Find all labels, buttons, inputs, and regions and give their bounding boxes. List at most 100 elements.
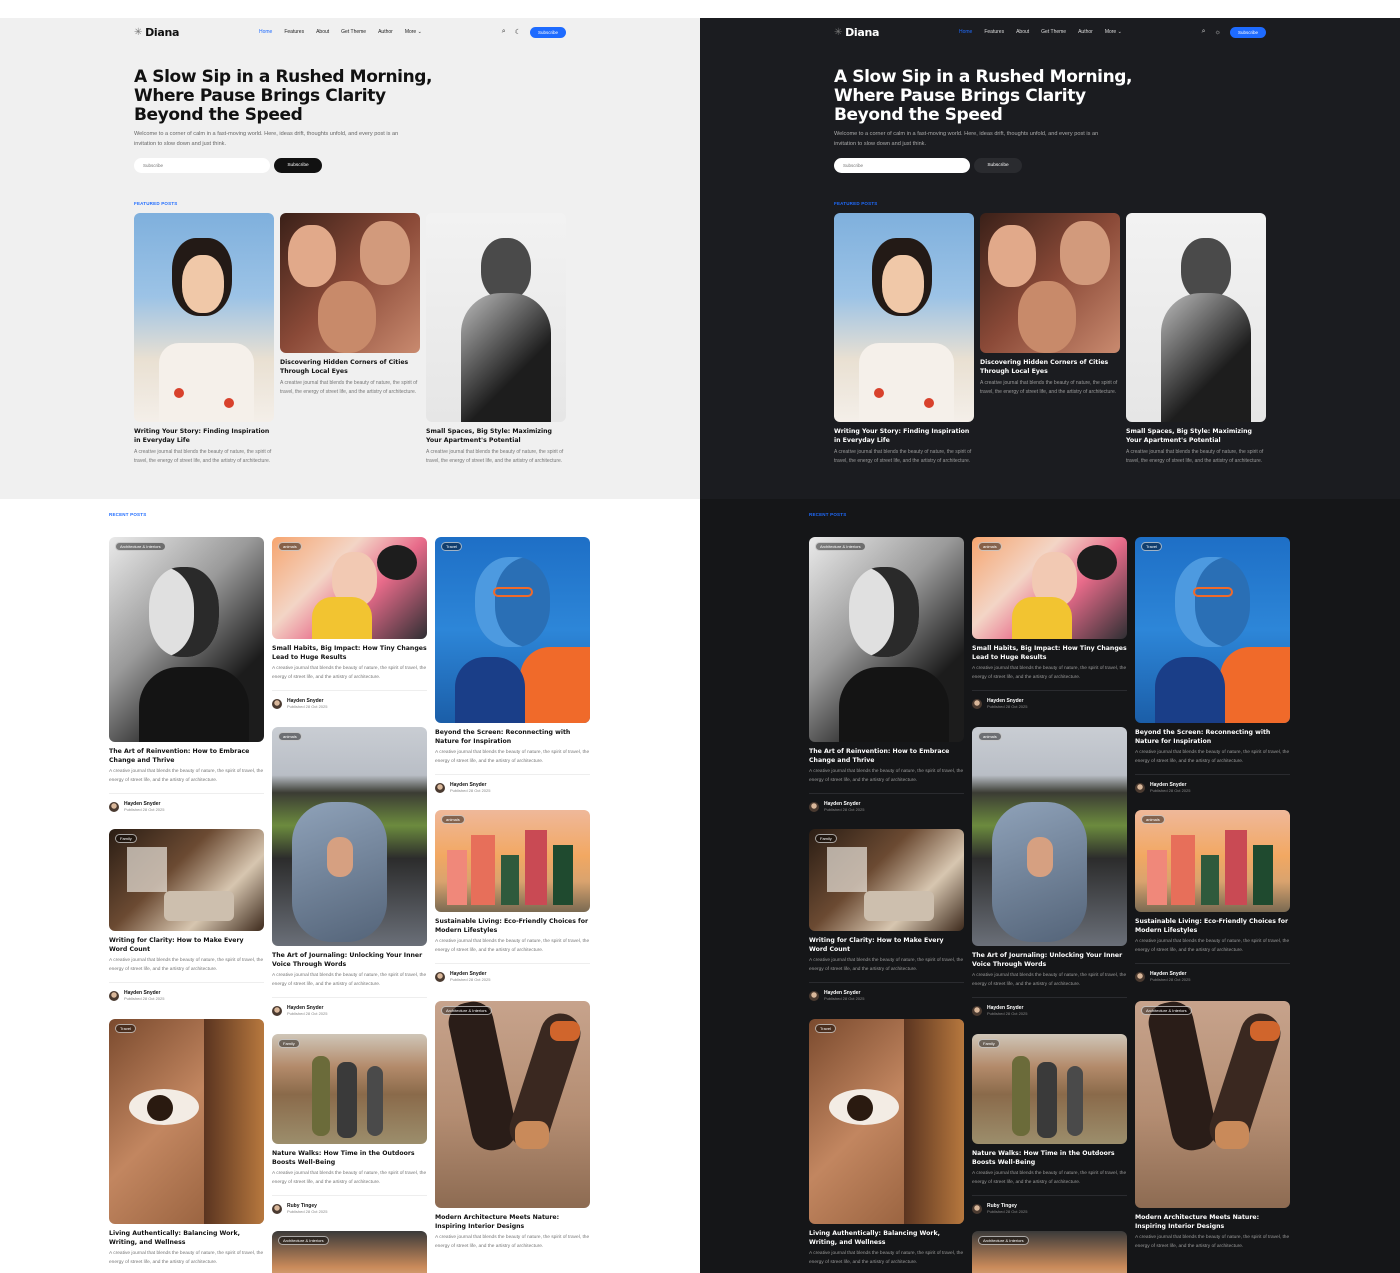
category-tag[interactable]: animals (278, 542, 302, 551)
nav-features[interactable]: Features (984, 29, 1004, 35)
post-title[interactable]: The Art of Reinvention: How to Embrace C… (809, 748, 964, 765)
featured-post[interactable]: Discovering Hidden Corners of Cities Thr… (980, 213, 1120, 396)
post-title[interactable]: Writing for Clarity: How to Make Every W… (809, 937, 964, 954)
featured-image[interactable] (1126, 213, 1266, 422)
category-tag[interactable]: Travel (815, 1024, 836, 1033)
category-tag[interactable]: Architecture & Interiors (978, 1236, 1029, 1245)
post-title[interactable]: Beyond the Screen: Reconnecting with Nat… (435, 729, 590, 746)
post-image[interactable]: animals (972, 727, 1127, 946)
post-card[interactable]: animals Small Habits, Big Impact: How Ti… (272, 537, 427, 709)
post-image[interactable]: Architecture & Interiors (435, 1001, 590, 1208)
post-card[interactable]: Architecture & Interiors Modern Architec… (435, 1001, 590, 1251)
post-image[interactable]: Family (809, 829, 964, 931)
category-tag[interactable]: Family (815, 834, 837, 843)
post-image[interactable]: animals (1135, 810, 1290, 912)
post-title[interactable]: The Art of Journaling: Unlocking Your In… (972, 952, 1127, 969)
search-icon[interactable]: ⌕ (502, 28, 506, 36)
post-image[interactable]: Travel (1135, 537, 1290, 723)
post-image[interactable]: Architecture & Interiors (109, 537, 264, 742)
featured-post[interactable]: Writing Your Story: Finding Inspiration … (834, 213, 974, 465)
featured-title[interactable]: Writing Your Story: Finding Inspiration … (834, 428, 974, 445)
post-title[interactable]: The Art of Journaling: Unlocking Your In… (272, 952, 427, 969)
post-image[interactable]: Travel (435, 537, 590, 723)
post-title[interactable]: Small Habits, Big Impact: How Tiny Chang… (272, 645, 427, 662)
post-title[interactable]: Living Authentically: Balancing Work, Wr… (809, 1230, 964, 1247)
post-card[interactable]: animals The Art of Journaling: Unlocking… (272, 727, 427, 1016)
post-title[interactable]: Living Authentically: Balancing Work, Wr… (109, 1230, 264, 1247)
hero-subscribe-button[interactable]: Subscribe (274, 158, 322, 173)
category-tag[interactable]: Architecture & Interiors (278, 1236, 329, 1245)
nav-get-theme[interactable]: Get Theme (341, 29, 366, 35)
post-card[interactable]: Architecture & Interiors The Art of Rein… (109, 537, 264, 812)
nav-about[interactable]: About (1016, 29, 1029, 35)
post-title[interactable]: Modern Architecture Meets Nature: Inspir… (1135, 1214, 1290, 1231)
featured-image[interactable] (426, 213, 566, 422)
subscribe-button[interactable]: Subscribe (529, 26, 566, 38)
post-card[interactable]: Architecture & Interiors The Art of Rein… (809, 537, 964, 812)
featured-post[interactable]: Small Spaces, Big Style: Maximizing Your… (1126, 213, 1266, 465)
post-title[interactable]: Modern Architecture Meets Nature: Inspir… (435, 1214, 590, 1231)
category-tag[interactable]: Travel (1141, 542, 1162, 551)
nav-home[interactable]: Home (259, 29, 272, 35)
featured-title[interactable]: Writing Your Story: Finding Inspiration … (134, 428, 274, 445)
post-card[interactable]: Architecture & Interiors Modern Architec… (1135, 1001, 1290, 1251)
category-tag[interactable]: Architecture & Interiors (441, 1006, 492, 1015)
post-image[interactable]: Architecture & Interiors (272, 1231, 427, 1273)
category-tag[interactable]: animals (978, 542, 1002, 551)
category-tag[interactable]: animals (1141, 815, 1165, 824)
featured-title[interactable]: Discovering Hidden Corners of Cities Thr… (280, 359, 420, 376)
post-card[interactable]: Architecture & Interiors (972, 1231, 1127, 1273)
post-title[interactable]: Nature Walks: How Time in the Outdoors B… (972, 1150, 1127, 1167)
nav-more[interactable]: More ⌄ (405, 29, 422, 35)
nav-author[interactable]: Author (378, 29, 393, 35)
post-card[interactable]: animals Sustainable Living: Eco-Friendly… (435, 810, 590, 982)
post-card[interactable]: animals Sustainable Living: Eco-Friendly… (1135, 810, 1290, 982)
post-title[interactable]: Sustainable Living: Eco-Friendly Choices… (1135, 918, 1290, 935)
post-image[interactable]: Travel (109, 1019, 264, 1224)
post-card[interactable]: Travel Beyond the Screen: Reconnecting w… (435, 537, 590, 793)
post-card[interactable]: Family Nature Walks: How Time in the Out… (272, 1034, 427, 1214)
category-tag[interactable]: Architecture & Interiors (115, 542, 166, 551)
logo[interactable]: ✳ Diana (134, 26, 179, 39)
featured-post[interactable]: Small Spaces, Big Style: Maximizing Your… (426, 213, 566, 465)
featured-title[interactable]: Small Spaces, Big Style: Maximizing Your… (426, 428, 566, 445)
post-title[interactable]: Nature Walks: How Time in the Outdoors B… (272, 1150, 427, 1167)
featured-image[interactable] (134, 213, 274, 422)
category-tag[interactable]: Family (115, 834, 137, 843)
featured-image[interactable] (980, 213, 1120, 353)
category-tag[interactable]: Family (978, 1039, 1000, 1048)
category-tag[interactable]: Architecture & Interiors (1141, 1006, 1192, 1015)
post-card[interactable]: Architecture & Interiors (272, 1231, 427, 1273)
category-tag[interactable]: Travel (441, 542, 462, 551)
featured-title[interactable]: Discovering Hidden Corners of Cities Thr… (980, 359, 1120, 376)
logo[interactable]: ✳ Diana (834, 26, 879, 39)
post-image[interactable]: animals (272, 537, 427, 639)
nav-home[interactable]: Home (959, 29, 972, 35)
featured-post[interactable]: Writing Your Story: Finding Inspiration … (134, 213, 274, 465)
post-image[interactable]: Family (109, 829, 264, 931)
post-image[interactable]: Family (972, 1034, 1127, 1144)
subscribe-input[interactable] (834, 158, 970, 173)
post-image[interactable]: Family (272, 1034, 427, 1144)
post-card[interactable]: Family Nature Walks: How Time in the Out… (972, 1034, 1127, 1214)
post-image[interactable]: Architecture & Interiors (972, 1231, 1127, 1273)
post-title[interactable]: Sustainable Living: Eco-Friendly Choices… (435, 918, 590, 935)
post-title[interactable]: The Art of Reinvention: How to Embrace C… (109, 748, 264, 765)
category-tag[interactable]: Architecture & Interiors (815, 542, 866, 551)
post-title[interactable]: Beyond the Screen: Reconnecting with Nat… (1135, 729, 1290, 746)
search-icon[interactable]: ⌕ (1202, 28, 1206, 36)
post-card[interactable]: animals Small Habits, Big Impact: How Ti… (972, 537, 1127, 709)
category-tag[interactable]: animals (978, 732, 1002, 741)
post-card[interactable]: animals The Art of Journaling: Unlocking… (972, 727, 1127, 1016)
nav-more[interactable]: More ⌄ (1105, 29, 1122, 35)
post-card[interactable]: Travel Living Authentically: Balancing W… (109, 1019, 264, 1267)
nav-features[interactable]: Features (284, 29, 304, 35)
post-card[interactable]: Travel Living Authentically: Balancing W… (809, 1019, 964, 1267)
post-image[interactable]: animals (972, 537, 1127, 639)
subscribe-button[interactable]: Subscribe (1229, 26, 1266, 38)
subscribe-input[interactable] (134, 158, 270, 173)
post-title[interactable]: Writing for Clarity: How to Make Every W… (109, 937, 264, 954)
featured-image[interactable] (834, 213, 974, 422)
post-title[interactable]: Small Habits, Big Impact: How Tiny Chang… (972, 645, 1127, 662)
nav-author[interactable]: Author (1078, 29, 1093, 35)
